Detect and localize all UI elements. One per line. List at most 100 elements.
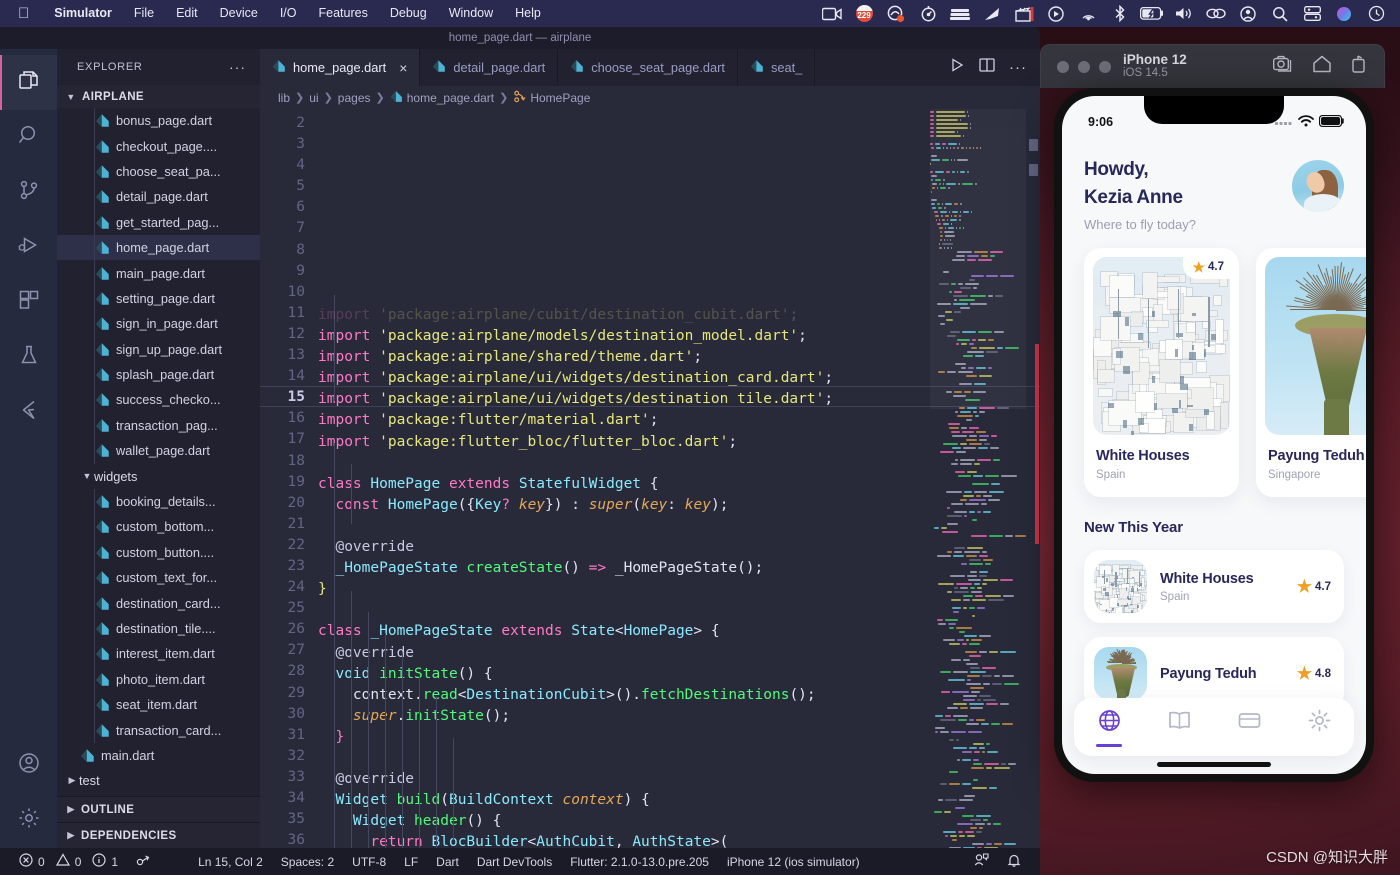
- status-indentation[interactable]: Spaces: 2: [272, 855, 343, 869]
- explorer-more-actions-icon[interactable]: ···: [229, 59, 246, 75]
- battery-charging-icon[interactable]: [1136, 0, 1168, 27]
- code-editor[interactable]: 2 3 4 5 6 7 8 9 10 11 12 13 14 15 16 17 18 19 20 21 22 23 24 25…: [260, 109, 1040, 848]
- file-tree-item[interactable]: wallet_page.dart: [57, 438, 260, 463]
- bluetooth-icon[interactable]: [1104, 0, 1136, 27]
- status-encoding[interactable]: UTF-8: [343, 855, 395, 869]
- dependencies-section[interactable]: ▶ DEPENDENCIES: [57, 822, 260, 848]
- file-tree-item[interactable]: photo_item.dart: [57, 667, 260, 692]
- cleaner-app-icon[interactable]: [880, 0, 912, 27]
- menu-item-io[interactable]: I/O: [269, 0, 308, 27]
- menu-item-device[interactable]: Device: [209, 0, 269, 27]
- menu-item-help[interactable]: Help: [504, 0, 552, 27]
- more-actions-icon[interactable]: ···: [1009, 59, 1027, 76]
- siri-icon[interactable]: [1328, 0, 1360, 27]
- editor-tab-detail-page[interactable]: detail_page.dart: [420, 49, 559, 86]
- activity-bar-item-run-debug[interactable]: [0, 220, 57, 275]
- file-tree-item[interactable]: success_checko...: [57, 387, 260, 412]
- tab-bar-item-settings[interactable]: [1307, 708, 1332, 747]
- status-remote-ports[interactable]: [127, 853, 161, 870]
- status-flutter-version[interactable]: Flutter: 2.1.0-13.0.pre.205: [561, 855, 718, 869]
- file-tree-item[interactable]: detail_page.dart: [57, 184, 260, 209]
- file-tree-item[interactable]: main_page.dart: [57, 260, 260, 285]
- file-tree-item[interactable]: main.dart: [57, 743, 260, 768]
- minimap[interactable]: [930, 109, 1026, 848]
- file-tree-item[interactable]: sign_in_page.dart: [57, 311, 260, 336]
- control-center-icon[interactable]: [1296, 0, 1328, 27]
- file-tree-item[interactable]: custom_bottom...: [57, 514, 260, 539]
- notification-badge-icon[interactable]: 229: [848, 0, 880, 27]
- activity-bar-item-source-control[interactable]: [0, 165, 57, 220]
- editor-tab-home-page[interactable]: home_page.dart ×: [260, 49, 421, 86]
- status-device[interactable]: iPhone 12 (ios simulator): [718, 855, 869, 869]
- activity-bar-item-extensions[interactable]: [0, 275, 57, 330]
- outline-section[interactable]: ▶ OUTLINE: [57, 796, 260, 822]
- file-tree-item[interactable]: booking_details...: [57, 489, 260, 514]
- activity-bar-item-settings[interactable]: [0, 793, 57, 848]
- file-tree-item[interactable]: splash_page.dart: [57, 362, 260, 387]
- destination-tile[interactable]: White Houses Spain ★ 4.7: [1084, 550, 1344, 624]
- tab-bar-item-book[interactable]: [1167, 708, 1192, 747]
- tab-bar-item-card[interactable]: [1237, 708, 1262, 747]
- editor-tab-choose-seat-page[interactable]: choose_seat_page.dart: [558, 49, 738, 86]
- file-tree-item[interactable]: custom_text_for...: [57, 565, 260, 590]
- menu-item-file[interactable]: File: [123, 0, 165, 27]
- breadcrumb-item-lib[interactable]: lib: [278, 91, 290, 105]
- clapperboard-icon[interactable]: [1008, 0, 1040, 27]
- file-tree-item[interactable]: seat_item.dart: [57, 692, 260, 717]
- minimap-slider[interactable]: [930, 109, 1026, 409]
- file-tree-item[interactable]: transaction_pag...: [57, 413, 260, 438]
- run-file-icon[interactable]: [949, 57, 965, 78]
- istat-menus-icon[interactable]: [912, 0, 944, 27]
- home-icon[interactable]: [1312, 55, 1332, 78]
- rotate-icon[interactable]: [1350, 55, 1368, 78]
- editor-tab-seat-page[interactable]: seat_: [737, 49, 816, 86]
- file-tree-item[interactable]: home_page.dart: [57, 234, 260, 261]
- destination-card[interactable]: Payung Teduh Singapore: [1256, 248, 1366, 498]
- file-tree-item[interactable]: bonus_page.dart: [57, 108, 260, 133]
- file-tree-item[interactable]: destination_tile....: [57, 616, 260, 641]
- activity-bar-item-testing[interactable]: [0, 330, 57, 385]
- destination-card[interactable]: ★ 4.7 White Houses Spain: [1084, 248, 1239, 498]
- activity-bar-item-search[interactable]: [0, 110, 57, 165]
- menu-item-simulator[interactable]: Simulator: [43, 0, 123, 27]
- menu-item-window[interactable]: Window: [438, 0, 504, 27]
- play-circle-icon[interactable]: [1040, 0, 1072, 27]
- screenshot-icon[interactable]: [1272, 55, 1294, 78]
- status-problems[interactable]: 0 0 1: [10, 853, 127, 870]
- explorer-root-folder[interactable]: ▼ AIRPLANE: [57, 85, 260, 108]
- destination-card-list[interactable]: ★ 4.7 White Houses Spain Payung Teduh Si…: [1062, 232, 1366, 498]
- link-icon[interactable]: [1200, 0, 1232, 27]
- close-window-button[interactable]: [1057, 60, 1069, 73]
- search-icon[interactable]: [1264, 0, 1296, 27]
- breadcrumb-item-symbol[interactable]: HomePage: [513, 90, 590, 106]
- clock-icon[interactable]: [1360, 0, 1392, 27]
- volume-icon[interactable]: [1168, 0, 1200, 27]
- file-tree-item[interactable]: get_started_pag...: [57, 210, 260, 235]
- breadcrumb-item-ui[interactable]: ui: [309, 91, 318, 105]
- status-dart-devtools[interactable]: Dart DevTools: [468, 855, 561, 869]
- minimize-window-button[interactable]: [1078, 60, 1090, 73]
- user-circle-icon[interactable]: [1232, 0, 1264, 27]
- airdrop-icon[interactable]: [1072, 0, 1104, 27]
- apple-logo-icon[interactable]: : [18, 6, 29, 21]
- status-eol[interactable]: LF: [395, 855, 427, 869]
- file-tree-item[interactable]: setting_page.dart: [57, 286, 260, 311]
- breadcrumb-item-pages[interactable]: pages: [338, 91, 371, 105]
- feather-icon[interactable]: [976, 0, 1008, 27]
- keyboard-icon[interactable]: [944, 0, 976, 27]
- file-tree-item[interactable]: checkout_page....: [57, 133, 260, 158]
- file-tree-item[interactable]: interest_item.dart: [57, 641, 260, 666]
- file-tree-folder[interactable]: ▼ widgets: [57, 463, 260, 488]
- file-tree-item[interactable]: transaction_card...: [57, 717, 260, 742]
- editor-scrollbar-thumb[interactable]: [1029, 164, 1038, 176]
- zoom-window-button[interactable]: [1099, 60, 1111, 73]
- status-cursor-position[interactable]: Ln 15, Col 2: [189, 855, 272, 869]
- activity-bar-item-account[interactable]: [0, 738, 57, 793]
- file-tree-item[interactable]: choose_seat_pa...: [57, 159, 260, 184]
- menu-item-edit[interactable]: Edit: [165, 0, 209, 27]
- breadcrumb-item-file[interactable]: home_page.dart: [390, 90, 494, 106]
- status-notifications[interactable]: [998, 853, 1030, 871]
- menu-item-features[interactable]: Features: [308, 0, 379, 27]
- tab-bar-item-globe[interactable]: [1096, 708, 1123, 747]
- avatar[interactable]: [1292, 160, 1344, 212]
